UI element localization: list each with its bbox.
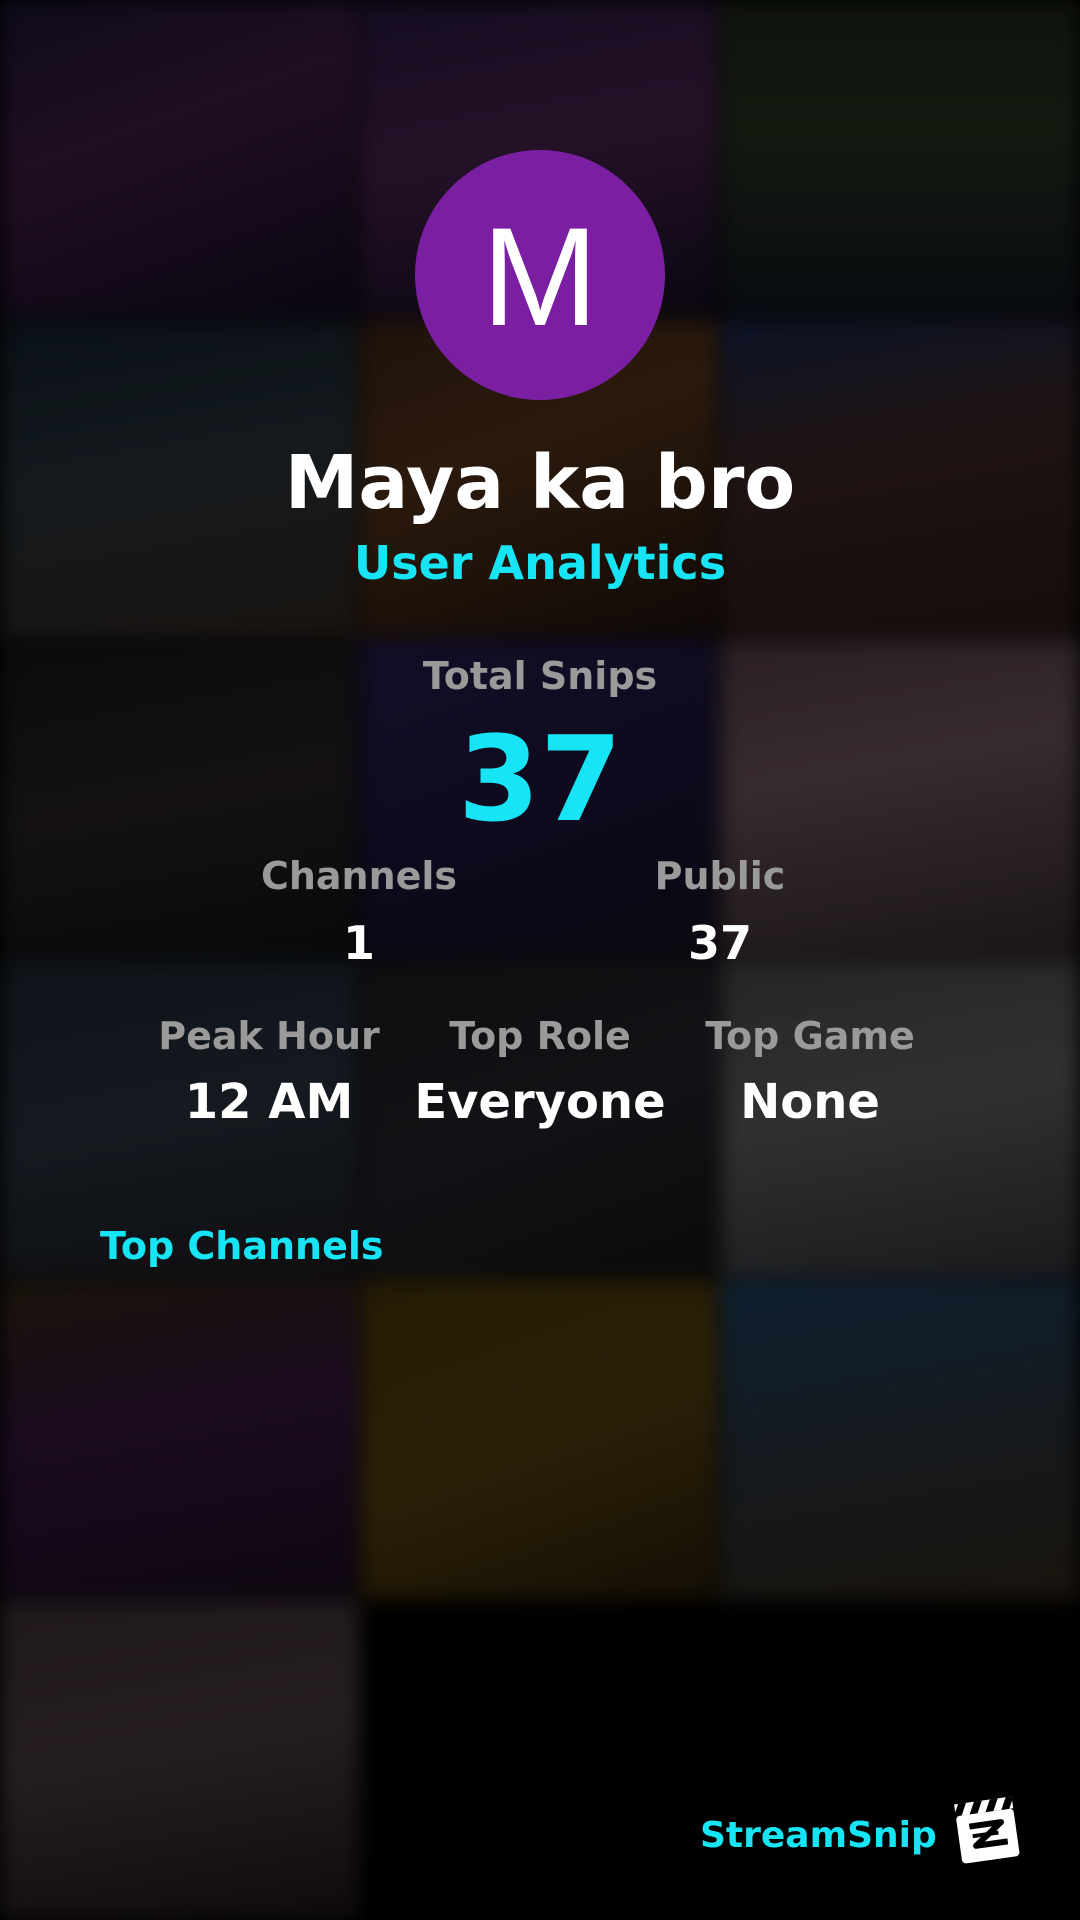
page-subtitle: User Analytics [353, 536, 727, 590]
top-role-label: Top Role [449, 1014, 631, 1058]
channels-value: 1 [342, 916, 375, 970]
username: Maya ka bro [284, 440, 796, 526]
avatar: M [415, 150, 665, 400]
public-label: Public [654, 854, 786, 898]
channels-label: Channels [260, 854, 458, 898]
analytics-content: M Maya ka bro User Analytics Total Snips… [0, 0, 1080, 1920]
top-role-value: Everyone [414, 1074, 666, 1130]
brand-name: StreamSnip [700, 1815, 937, 1856]
analytics-card: M Maya ka bro User Analytics Total Snips… [0, 0, 1080, 1920]
top-game-label: Top Game [705, 1014, 915, 1058]
total-snips-value: 37 [457, 710, 623, 848]
peak-hour-label: Peak Hour [158, 1014, 380, 1058]
clapperboard-icon [953, 1796, 1020, 1864]
avatar-initial: M [481, 198, 599, 355]
public-value: 37 [687, 916, 752, 970]
peak-hour-value: 12 AM [184, 1074, 354, 1130]
total-snips-label: Total Snips [422, 654, 658, 698]
top-game-value: None [740, 1074, 880, 1130]
top-channels-heading: Top Channels [100, 1224, 384, 1268]
